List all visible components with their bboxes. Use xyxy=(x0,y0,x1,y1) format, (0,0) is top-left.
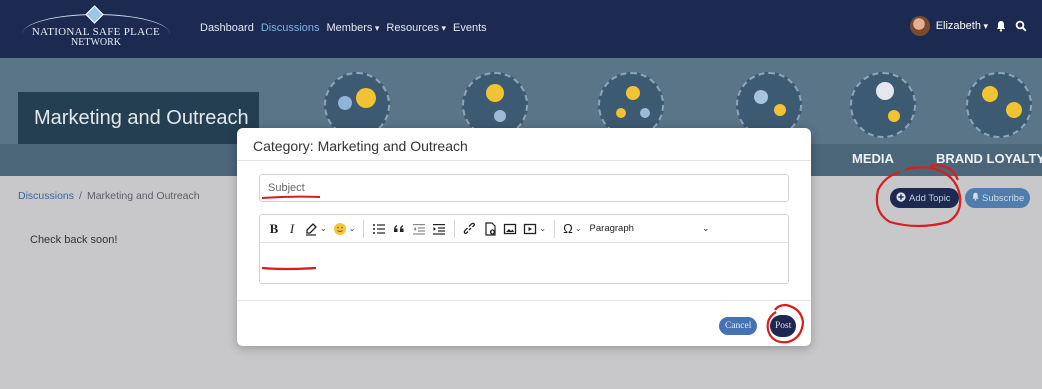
main-nav-links: Dashboard Discussions Members Resources … xyxy=(200,22,487,34)
cancel-button[interactable]: Cancel xyxy=(719,317,758,335)
link-icon xyxy=(464,222,476,234)
bulleted-list-icon xyxy=(373,223,386,234)
logo-text-line2: NETWORK xyxy=(71,37,121,48)
emoji-button[interactable]: ⌄ xyxy=(331,219,358,239)
breadcrumb-current: Marketing and Outreach xyxy=(86,190,200,202)
insert-media-button[interactable]: ⌄ xyxy=(521,219,548,239)
outdent-button[interactable] xyxy=(410,219,428,239)
chevron-down-icon: ⌄ xyxy=(701,223,710,233)
user-area: Elizabeth xyxy=(909,16,1028,36)
modal-footer: Cancel Post xyxy=(237,300,811,346)
breadcrumb: Discussions / Marketing and Outreach xyxy=(18,190,200,202)
subject-input[interactable] xyxy=(259,174,789,202)
indent-icon xyxy=(433,223,446,235)
media-icon xyxy=(524,223,537,234)
image-icon xyxy=(504,223,517,234)
empty-topics-message: Check back soon! xyxy=(30,234,118,246)
category-label-brand-loyalty: BRAND LOYALTY xyxy=(936,151,1042,166)
bell-icon xyxy=(971,192,980,204)
paragraph-format-select[interactable]: Paragraph ⌄ xyxy=(586,219,718,239)
format-select-value: Paragraph xyxy=(589,223,634,234)
toolbar-divider xyxy=(454,219,456,238)
rich-text-editor: B I ⌄ ⌄ ⌄ Ω ⌄ Paragraph ⌄ xyxy=(259,214,789,284)
subscribe-label: Subscribe xyxy=(982,192,1025,204)
nav-link-dashboard[interactable]: Dashboard xyxy=(200,22,254,34)
insert-image-button[interactable] xyxy=(501,219,519,239)
omega-icon: Ω xyxy=(563,221,573,236)
nav-link-discussions[interactable]: Discussions xyxy=(261,22,320,34)
media-illustration-icon xyxy=(850,72,916,138)
bulleted-list-button[interactable] xyxy=(370,219,388,239)
nav-link-resources[interactable]: Resources xyxy=(386,22,446,34)
special-characters-button[interactable]: Ω ⌄ xyxy=(561,219,583,239)
file-upload-button[interactable] xyxy=(481,219,499,239)
quote-icon xyxy=(394,224,404,232)
category-label-media: MEDIA xyxy=(852,151,894,166)
top-navigation-bar: NATIONAL SAFE PLACE NETWORK Dashboard Di… xyxy=(0,0,1042,58)
avatar[interactable] xyxy=(909,16,930,36)
bell-icon[interactable] xyxy=(994,19,1008,33)
plus-circle-icon xyxy=(896,191,906,205)
toolbar-divider xyxy=(554,219,556,238)
new-topic-modal: Category: Marketing and Outreach B I ⌄ ⌄ xyxy=(237,128,811,346)
modal-title: Category: Marketing and Outreach xyxy=(237,128,811,161)
banner-title: Marketing and Outreach xyxy=(18,92,259,144)
add-topic-button[interactable]: Add Topic xyxy=(890,188,959,208)
indent-button[interactable] xyxy=(430,219,448,239)
brand-loyalty-illustration-icon xyxy=(966,72,1032,138)
highlight-color-button[interactable]: ⌄ xyxy=(302,219,329,239)
user-menu-button[interactable]: Elizabeth xyxy=(936,20,988,32)
toolbar-divider xyxy=(363,219,365,238)
search-icon[interactable] xyxy=(1014,19,1028,33)
outdent-icon xyxy=(413,223,426,235)
add-topic-label: Add Topic xyxy=(909,192,951,204)
blockquote-button[interactable] xyxy=(390,219,408,239)
bold-button[interactable]: B xyxy=(266,219,282,239)
editor-content-area[interactable] xyxy=(260,243,788,283)
emoji-icon xyxy=(333,222,346,235)
italic-button[interactable]: I xyxy=(284,219,300,239)
site-logo[interactable]: NATIONAL SAFE PLACE NETWORK xyxy=(18,5,174,52)
nav-link-events[interactable]: Events xyxy=(453,22,487,34)
link-button[interactable] xyxy=(461,219,479,239)
nav-link-members[interactable]: Members xyxy=(327,22,380,34)
breadcrumb-separator: / xyxy=(79,190,82,202)
post-button[interactable]: Post xyxy=(770,315,797,337)
file-upload-icon xyxy=(485,221,497,236)
breadcrumb-discussions-link[interactable]: Discussions xyxy=(18,190,74,202)
subscribe-button[interactable]: Subscribe xyxy=(965,188,1031,208)
highlighter-icon xyxy=(306,222,317,236)
editor-toolbar: B I ⌄ ⌄ ⌄ Ω ⌄ Paragraph ⌄ xyxy=(260,215,788,243)
